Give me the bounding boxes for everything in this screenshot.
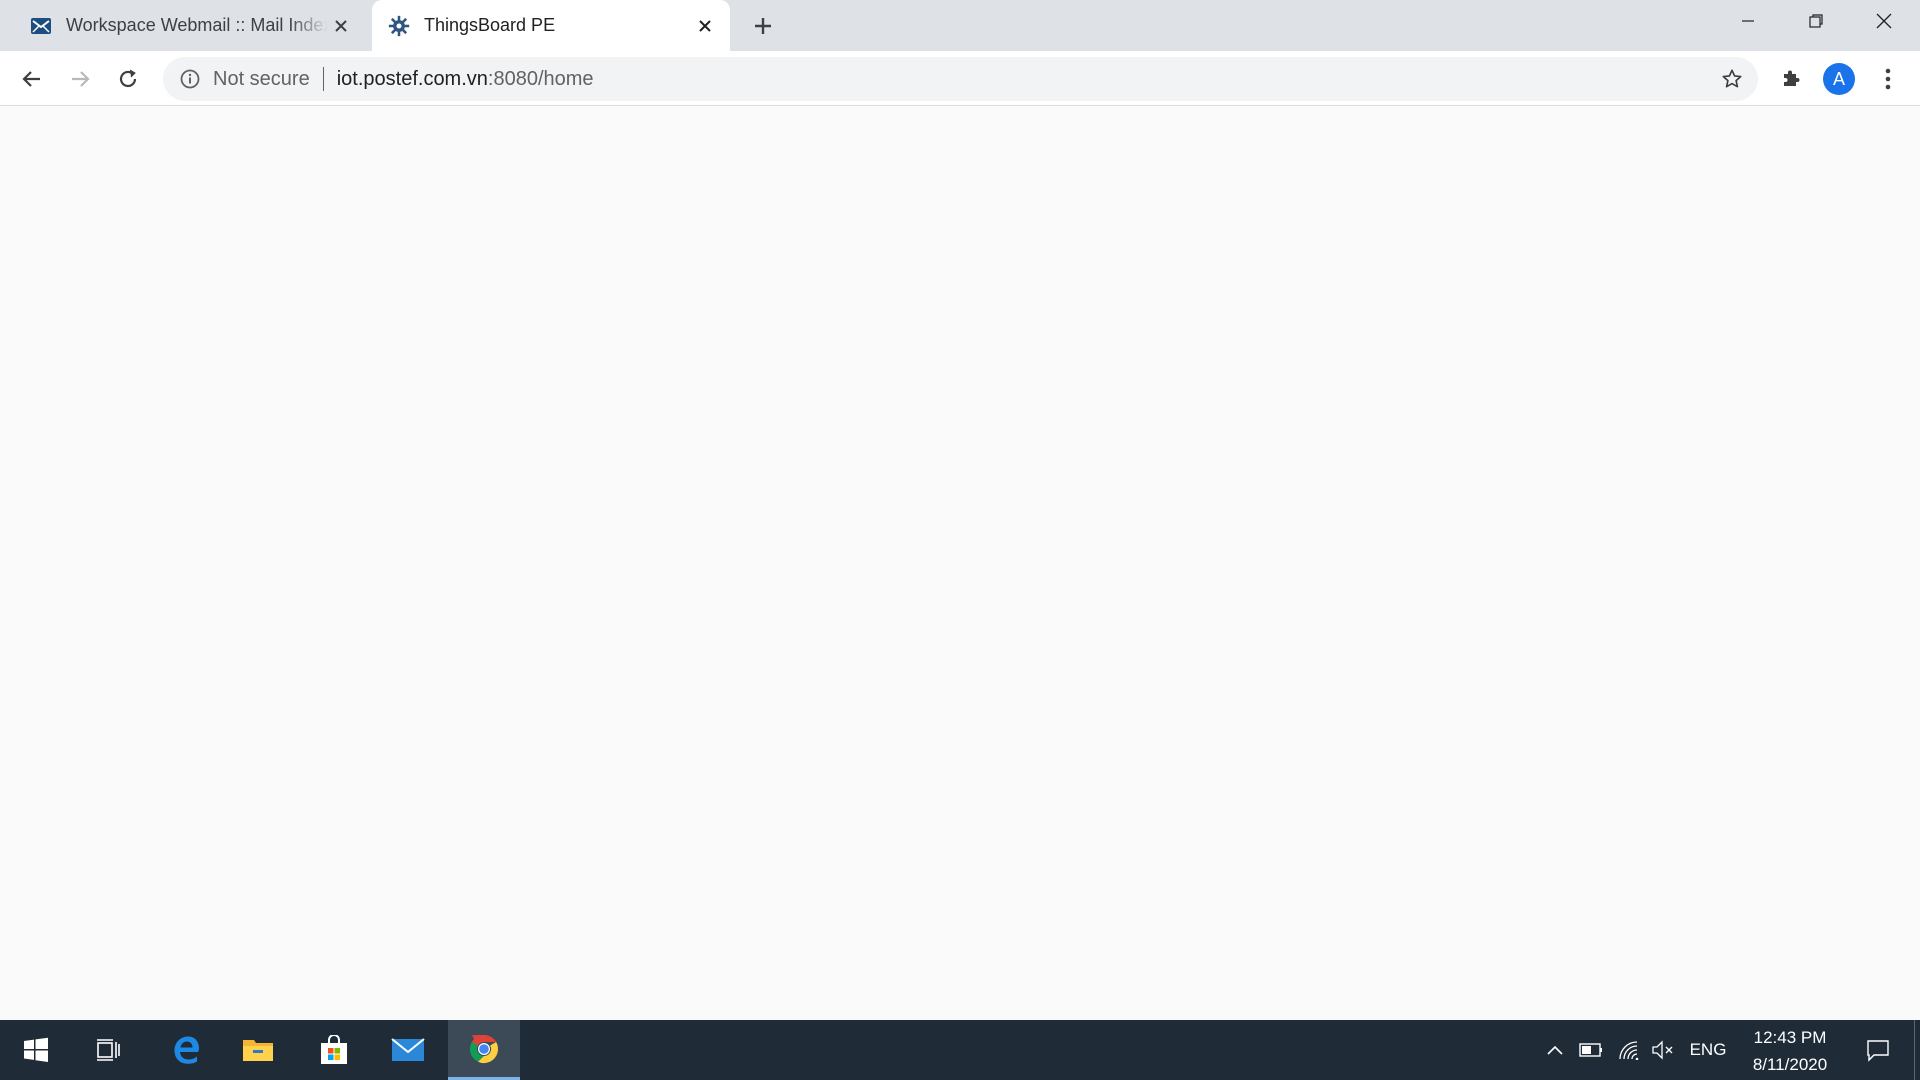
- restore-button[interactable]: [1782, 0, 1850, 42]
- mail-button[interactable]: [372, 1020, 444, 1080]
- new-tab-button[interactable]: [748, 11, 778, 41]
- task-view-button[interactable]: [72, 1020, 144, 1080]
- start-icon: [24, 1037, 48, 1062]
- mail-envelope-icon: [30, 15, 52, 37]
- browser-menu-icon[interactable]: [1874, 65, 1902, 93]
- clock-time: 12:43 PM: [1753, 1028, 1827, 1047]
- tab-webmail[interactable]: Workspace Webmail :: Mail Index: [12, 0, 366, 51]
- show-desktop-button[interactable]: [1914, 1020, 1920, 1080]
- forward-button[interactable]: [62, 61, 98, 97]
- chrome-button[interactable]: [448, 1020, 520, 1080]
- tab-title: ThingsBoard PE: [424, 15, 556, 35]
- close-window-button[interactable]: [1850, 0, 1918, 42]
- plus-icon: [755, 18, 771, 34]
- action-center-button[interactable]: [1856, 1020, 1900, 1080]
- store-icon: [321, 1035, 347, 1064]
- file-explorer-icon: [243, 1040, 273, 1061]
- edge-button[interactable]: [150, 1020, 222, 1080]
- profile-avatar[interactable]: A: [1823, 63, 1855, 95]
- minimize-button[interactable]: [1714, 0, 1782, 42]
- start-button[interactable]: [0, 1020, 72, 1080]
- browser-toolbar: Not secure iot.postef.com.vn:8080/home A: [0, 51, 1920, 106]
- edge-icon: [174, 1036, 199, 1064]
- reload-icon: [119, 69, 137, 88]
- clock[interactable]: 12:43 PM 8/11/2020: [1735, 1024, 1845, 1078]
- back-arrow-icon: [22, 71, 40, 87]
- notification-icon: [1867, 1040, 1889, 1062]
- language-indicator[interactable]: ENG: [1686, 1020, 1730, 1080]
- clock-date: 8/11/2020: [1752, 1055, 1828, 1074]
- url-host: iot.postef.com.vn: [336, 67, 488, 90]
- page-content: [0, 106, 1920, 1020]
- tab-title: Workspace Webmail :: Mail Index: [66, 15, 328, 35]
- forward-arrow-icon: [72, 71, 90, 87]
- show-hidden-icons-icon[interactable]: [1544, 1020, 1566, 1080]
- restore-icon: [1809, 14, 1823, 28]
- task-view-icon: [97, 1039, 120, 1061]
- language-label: ENG: [1689, 1040, 1727, 1059]
- mail-icon: [391, 1038, 425, 1061]
- back-button[interactable]: [14, 61, 50, 97]
- reload-button[interactable]: [110, 61, 146, 97]
- close-tab-icon[interactable]: [692, 13, 718, 39]
- chrome-icon: [469, 1034, 499, 1063]
- close-icon: [1876, 13, 1892, 29]
- extensions-puzzle-icon[interactable]: [1777, 65, 1805, 93]
- close-tab-icon[interactable]: [328, 13, 354, 39]
- tab-thingsboard[interactable]: ThingsBoard PE: [372, 0, 730, 51]
- battery-icon[interactable]: [1578, 1020, 1604, 1080]
- bookmark-star-icon[interactable]: [1720, 67, 1744, 91]
- omnibox-divider: [322, 67, 324, 91]
- thingsboard-gear-icon: [388, 15, 410, 37]
- volume-muted-icon[interactable]: [1650, 1020, 1676, 1080]
- file-explorer-button[interactable]: [222, 1020, 294, 1080]
- url-text[interactable]: iot.postef.com.vn:8080/home: [337, 68, 594, 91]
- url-path: :8080/home: [487, 67, 594, 90]
- tab-strip: Workspace Webmail :: Mail Index ThingsBo…: [0, 0, 1920, 51]
- windows-taskbar: ENG 12:43 PM 8/11/2020: [0, 1020, 1920, 1080]
- network-icon[interactable]: [1616, 1020, 1642, 1080]
- security-label[interactable]: Not secure: [213, 68, 310, 91]
- info-icon[interactable]: [179, 68, 201, 90]
- minimize-icon: [1742, 20, 1754, 22]
- address-bar[interactable]: Not secure iot.postef.com.vn:8080/home: [163, 57, 1758, 101]
- store-button[interactable]: [298, 1020, 370, 1080]
